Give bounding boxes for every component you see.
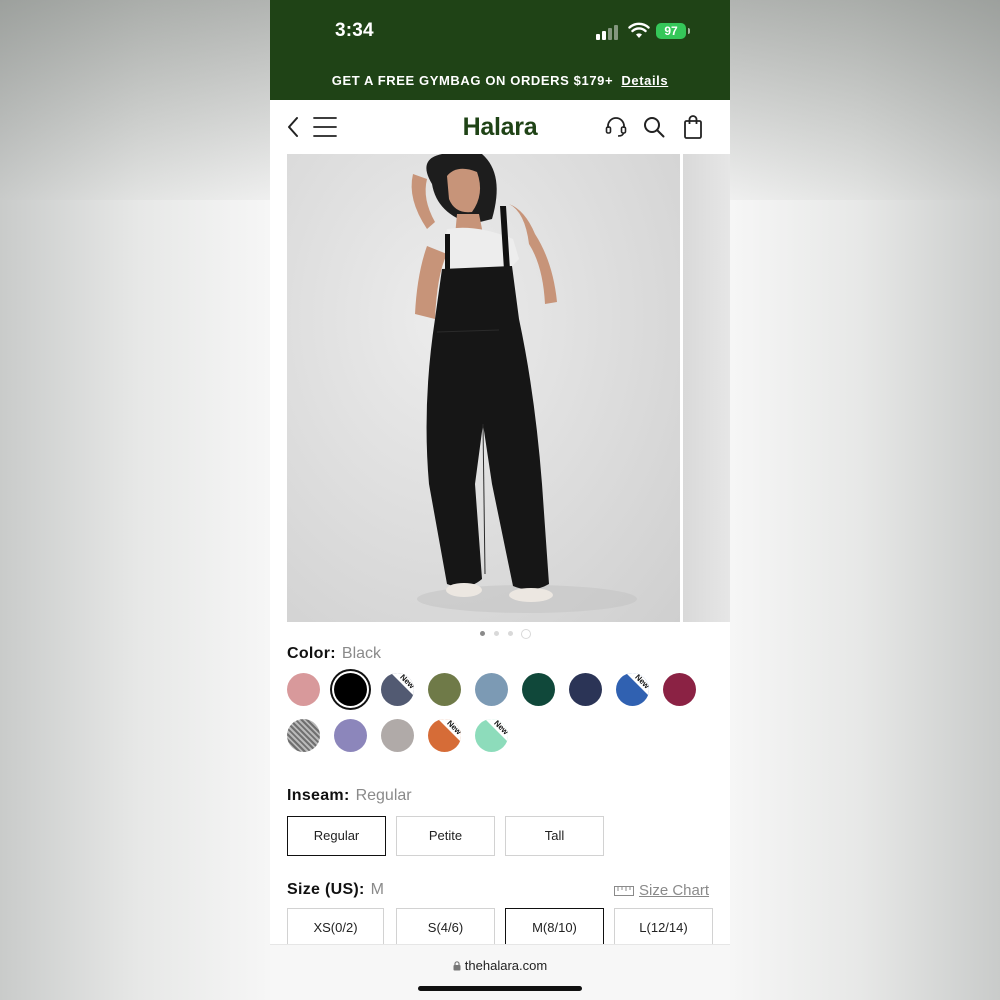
size-option-l[interactable]: L(12/14): [614, 908, 713, 948]
color-swatch[interactable]: [287, 719, 320, 752]
color-label-row: Color: Black: [287, 645, 381, 663]
top-nav: Halara: [270, 100, 730, 154]
status-time: 3:34: [335, 20, 374, 41]
new-badge: New: [391, 673, 414, 697]
browser-url-bar[interactable]: thehalara.com: [270, 944, 730, 1000]
pagination-dot: [494, 631, 499, 636]
promo-banner: GET A FREE GYMBAG ON ORDERS $179+ Detail…: [270, 62, 730, 100]
status-bar: 3:34 97: [270, 0, 730, 62]
color-swatch[interactable]: New: [428, 719, 461, 752]
color-swatch[interactable]: New: [475, 719, 508, 752]
color-swatch[interactable]: [569, 673, 602, 706]
color-swatch[interactable]: [475, 673, 508, 706]
customer-service-icon[interactable]: [604, 115, 628, 139]
promo-text: GET A FREE GYMBAG ON ORDERS $179+: [331, 73, 614, 88]
url-display[interactable]: thehalara.com: [270, 958, 730, 973]
cellular-signal-icon: [596, 24, 622, 40]
battery-level: 97: [664, 24, 678, 38]
product-image-gallery[interactable]: [287, 154, 730, 622]
color-swatch[interactable]: [287, 673, 320, 706]
size-value: M: [370, 881, 384, 898]
size-option-m[interactable]: M(8/10): [505, 908, 604, 948]
lock-icon: [453, 961, 461, 971]
color-swatch[interactable]: [334, 673, 367, 706]
size-label-row: Size (US): M: [287, 881, 384, 899]
search-icon[interactable]: [642, 115, 666, 139]
model-wearing-jumpsuit-image: [411, 154, 637, 613]
inseam-label: Inseam:: [287, 787, 350, 804]
new-badge: New: [626, 673, 649, 697]
inseam-option-tall[interactable]: Tall: [505, 816, 604, 856]
size-option-xs[interactable]: XS(0/2): [287, 908, 384, 948]
url-text: thehalara.com: [464, 958, 548, 973]
color-swatch[interactable]: New: [381, 673, 414, 706]
inseam-option-regular[interactable]: Regular: [287, 816, 386, 856]
color-swatch[interactable]: [663, 673, 696, 706]
color-value: Black: [341, 645, 382, 662]
color-swatch[interactable]: New: [616, 673, 649, 706]
pagination-dot: [508, 631, 513, 636]
promo-details-link[interactable]: Details: [621, 73, 668, 88]
color-swatch[interactable]: [381, 719, 414, 752]
color-label: Color:: [287, 645, 336, 662]
new-badge: New: [485, 719, 508, 743]
size-option-s[interactable]: S(4/6): [396, 908, 495, 948]
inseam-option-petite[interactable]: Petite: [396, 816, 495, 856]
color-swatch[interactable]: [522, 673, 555, 706]
size-label: Size (US):: [287, 881, 365, 898]
battery-icon: 97: [656, 23, 686, 39]
phone-screen: 3:34 97 GET A FREE GYMBAG ON ORDERS $179…: [270, 0, 730, 1000]
color-swatch[interactable]: [428, 673, 461, 706]
battery-tip: [688, 28, 690, 34]
size-chart-link[interactable]: Size Chart: [639, 882, 709, 899]
video-dot-icon: [521, 629, 531, 639]
ruler-icon[interactable]: [614, 886, 634, 896]
next-product-photo-peek[interactable]: [683, 154, 730, 622]
inseam-label-row: Inseam: Regular: [287, 787, 412, 805]
new-badge: New: [438, 719, 461, 743]
inseam-value: Regular: [355, 787, 412, 804]
wifi-icon: [628, 22, 650, 38]
shopping-bag-icon[interactable]: [682, 114, 704, 140]
pagination-dot-active: [480, 631, 485, 636]
product-photo[interactable]: [287, 154, 680, 622]
home-indicator[interactable]: [418, 986, 582, 991]
color-swatch[interactable]: [334, 719, 367, 752]
